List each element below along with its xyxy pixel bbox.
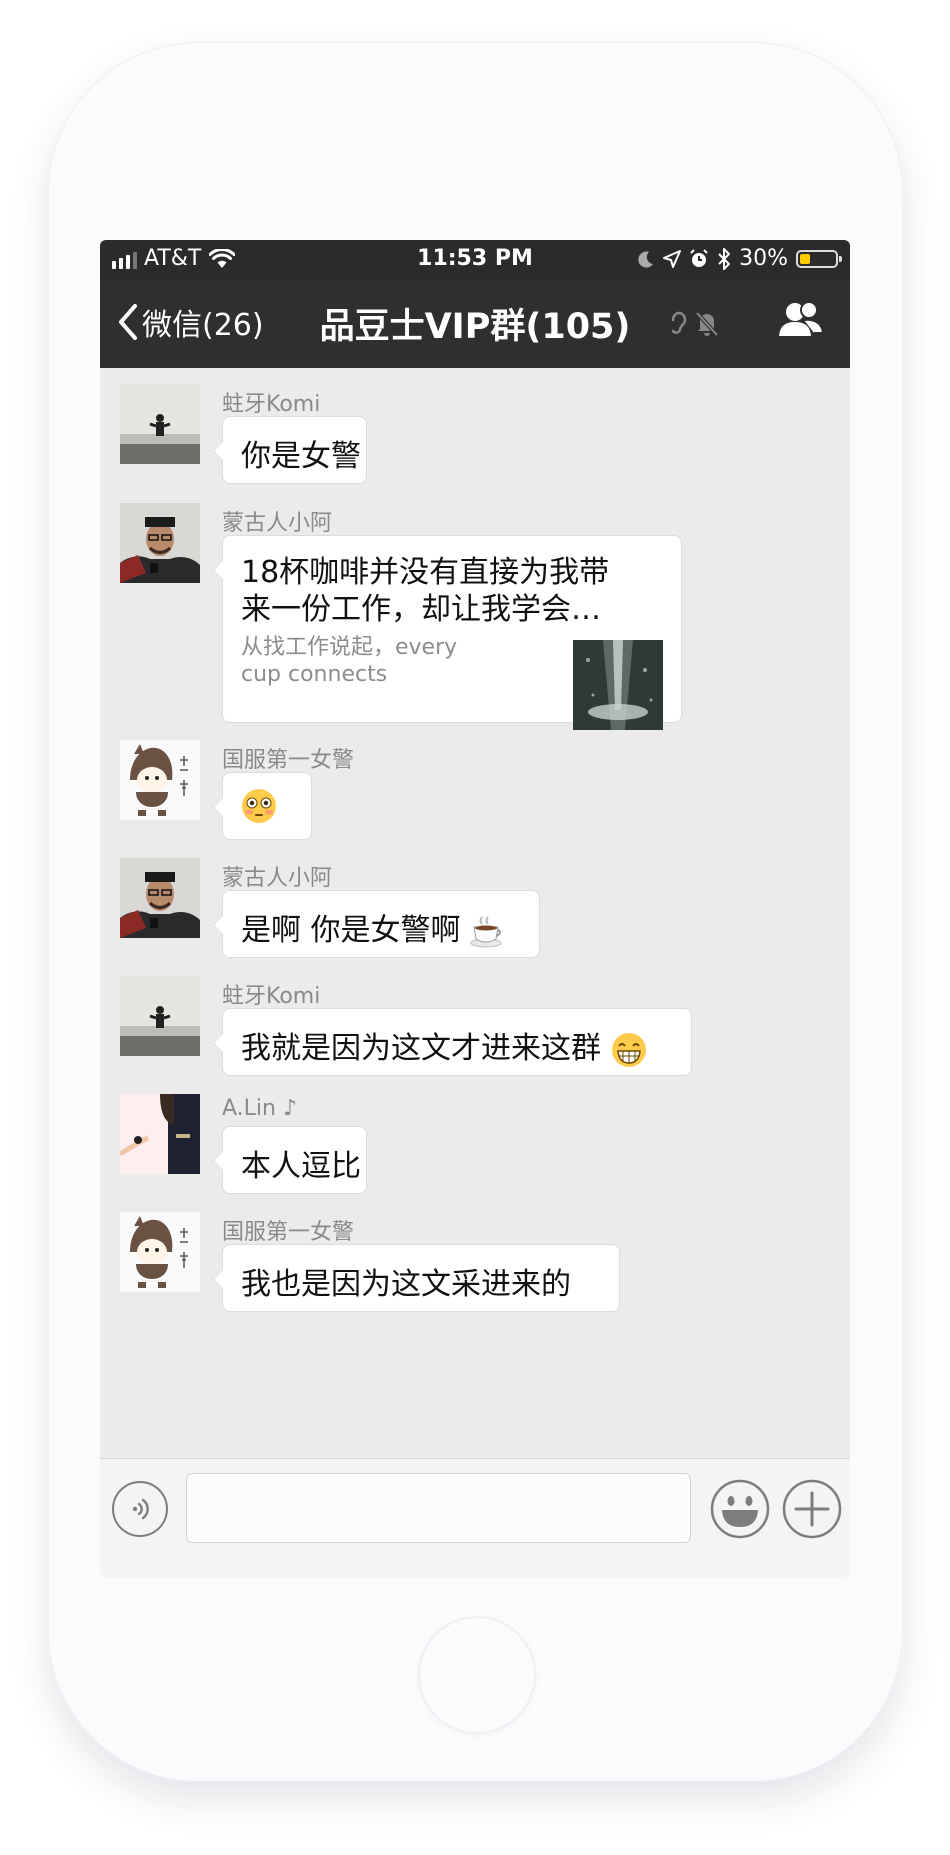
avatar-image (120, 503, 200, 583)
avatar-image (120, 858, 200, 938)
voice-icon (132, 1498, 149, 1520)
sender-name: 国服第一女警 (222, 748, 355, 773)
sender-name: A.Lin ♪ (222, 1096, 298, 1121)
ear-icon (671, 311, 687, 334)
nav-bar: 微信(26) 品豆士VIP群(105) (100, 280, 850, 368)
link-card-thumbnail (573, 640, 663, 730)
avatar[interactable] (120, 503, 200, 583)
message-bubble[interactable]: 你是女警 (213, 416, 367, 484)
status-bar: AT&T 11:53 PM 30% (100, 240, 850, 280)
chat-title: 品豆士VIP群(105) (319, 307, 631, 347)
avatar[interactable] (120, 1212, 200, 1292)
flushed-face-icon (242, 788, 276, 823)
message-text: 我就是因为这文才进来这群 (241, 1031, 601, 1066)
emoji-button-icon[interactable] (710, 1479, 770, 1539)
message-bubble[interactable]: 我也是因为这文采进来的 (213, 1244, 620, 1312)
avatar-image (120, 1212, 200, 1292)
bluetooth-icon (718, 247, 731, 270)
alarm-icon (690, 248, 708, 267)
message-list[interactable]: 蛀牙Komi 你是女警 蒙古人小阿 18杯咖啡并没有直接为我带来一份工作，却让我… (100, 368, 850, 1458)
avatar[interactable] (120, 1094, 200, 1174)
voice-button[interactable] (112, 1481, 168, 1537)
avatar[interactable] (120, 740, 200, 820)
message-text: 本人逗比 (241, 1149, 361, 1184)
message-bubble[interactable]: 我就是因为这文才进来这群 (213, 1008, 692, 1076)
screen: AT&T 11:53 PM 30% 微信(26) 品豆士VIP群(105) 蛀牙… (100, 240, 850, 1578)
plus-button-icon[interactable] (782, 1479, 842, 1539)
battery-icon (796, 249, 842, 268)
sender-name: 蒙古人小阿 (222, 866, 333, 891)
sender-name: 国服第一女警 (222, 1220, 355, 1245)
link-card-title: 18杯咖啡并没有直接为我带来一份工作，却让我学会… (241, 555, 610, 627)
link-card-description: 从找工作说起，every cup connects (241, 635, 458, 687)
moon-icon (638, 251, 654, 268)
grinning-face-icon (611, 1032, 646, 1067)
sender-name: 蛀牙Komi (222, 392, 321, 417)
message-input[interactable] (186, 1473, 691, 1543)
battery-percent: 30% (739, 246, 788, 271)
mute-bell-icon (695, 311, 719, 337)
avatar-image (120, 384, 200, 464)
sender-name: 蛀牙Komi (222, 984, 321, 1009)
avatar-image (120, 976, 200, 1056)
message-bubble[interactable] (213, 772, 312, 840)
message-bubble[interactable]: 本人逗比 (213, 1126, 367, 1194)
avatar[interactable] (120, 384, 200, 464)
avatar-image (120, 740, 200, 820)
input-bar (100, 1458, 850, 1578)
home-button[interactable] (418, 1616, 536, 1734)
avatar[interactable] (120, 976, 200, 1056)
message-text: 你是女警 (241, 439, 361, 474)
location-arrow-icon (663, 249, 682, 268)
sender-name: 蒙古人小阿 (222, 511, 333, 536)
hot-beverage-icon (470, 915, 502, 947)
group-members-icon[interactable] (778, 300, 824, 340)
message-text: 我也是因为这文采进来的 (241, 1267, 571, 1302)
avatar-image (120, 1094, 200, 1174)
avatar[interactable] (120, 858, 200, 938)
message-bubble[interactable]: 是啊 你是女警啊 (213, 890, 540, 958)
link-card[interactable]: 18杯咖啡并没有直接为我带来一份工作，却让我学会… 从找工作说起，every c… (213, 535, 682, 730)
message-text: 是啊 你是女警啊 (241, 913, 461, 948)
